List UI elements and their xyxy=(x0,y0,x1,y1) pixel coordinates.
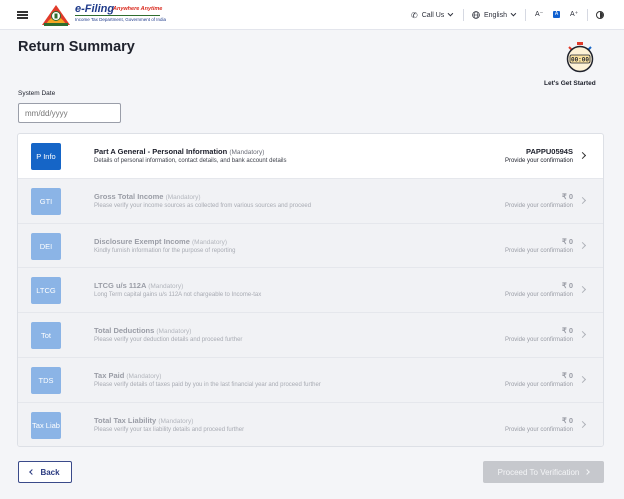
chevron-left-icon xyxy=(29,469,36,475)
timer-label: Let's Get Started xyxy=(544,80,596,87)
section-icon: DEI xyxy=(31,232,61,260)
section-value: ₹ 0 xyxy=(561,191,573,201)
globe-icon xyxy=(472,11,480,19)
phone-icon: ✆ xyxy=(411,10,418,20)
logo-tagline: Anywhere Anytime xyxy=(113,6,163,12)
header-divider xyxy=(525,9,526,21)
chevron-right-icon xyxy=(578,241,587,249)
chevron-down-icon xyxy=(510,10,517,17)
section-description: Kindly furnish information for the purpo… xyxy=(94,247,236,254)
section-description: Please verify your income sources as col… xyxy=(94,202,312,209)
chevron-right-icon xyxy=(578,420,587,428)
mandatory-tag: (Mandatory) xyxy=(229,149,265,156)
section-title: Gross Total Income (Mandatory) xyxy=(94,191,201,201)
section-value: ₹ 0 xyxy=(561,371,573,380)
system-date-label: System Date xyxy=(18,90,56,97)
section-row-gross-total-income: GTI Gross Total Income (Mandatory) Pleas… xyxy=(18,178,603,224)
section-icon: LTCG xyxy=(31,277,61,305)
top-header: e-Filing Anywhere Anytime Income Tax Dep… xyxy=(0,0,624,30)
back-button-label: Back xyxy=(40,467,60,477)
section-value: ₹ 0 xyxy=(561,326,573,336)
page-title: Return Summary xyxy=(18,39,135,55)
call-us-label: Call Us xyxy=(421,11,445,19)
chevron-right-icon xyxy=(578,151,587,160)
menu-icon[interactable] xyxy=(17,11,28,19)
section-description: Please verify details of taxes paid by y… xyxy=(94,382,321,388)
section-value: ₹ 0 xyxy=(561,281,573,291)
chevron-right-icon xyxy=(584,469,591,475)
section-status: Provide your confirmation xyxy=(504,337,573,344)
section-title: Disclosure Exempt Income (Mandatory) xyxy=(94,236,228,246)
logo-title: e-Filing xyxy=(75,3,115,15)
return-summary-list: P Info Part A General - Personal Informa… xyxy=(17,133,604,447)
chevron-right-icon xyxy=(578,286,587,294)
stopwatch-icon: 00:00 xyxy=(566,42,594,73)
section-status: Provide your confirmation xyxy=(504,292,573,299)
font-increase-button[interactable]: A⁺ xyxy=(570,10,578,18)
header-divider xyxy=(463,9,464,21)
section-description: Please verify your tax liability details… xyxy=(94,426,245,433)
contrast-icon[interactable] xyxy=(596,11,604,19)
section-icon: TDS xyxy=(31,367,61,394)
chevron-right-icon xyxy=(578,331,587,339)
section-row-tax-liability: Tax Liab Total Tax Liability (Mandatory)… xyxy=(18,402,603,446)
section-description: Please verify your deduction details and… xyxy=(94,337,243,344)
font-normal-button[interactable]: A xyxy=(553,11,560,18)
language-label: English xyxy=(484,11,507,19)
section-value: ₹ 0 xyxy=(561,236,573,246)
emblem-logo[interactable] xyxy=(40,3,72,27)
section-description: Details of personal information, contact… xyxy=(94,158,287,164)
section-row-tax-paid: TDS Tax Paid (Mandatory) Please verify d… xyxy=(18,358,603,403)
section-title: Part A General - Personal Information (M… xyxy=(94,147,265,156)
section-row-ltcg: LTCG LTCG u/s 112A (Mandatory) Long Term… xyxy=(18,268,603,314)
mandatory-tag: (Mandatory) xyxy=(191,238,228,246)
chevron-down-icon xyxy=(447,10,454,17)
section-value: PAPPU0594S xyxy=(526,147,573,156)
proceed-to-verification-button[interactable]: Proceed To Verification xyxy=(483,461,604,483)
chevron-right-icon xyxy=(578,196,587,204)
section-title: Total Deductions (Mandatory) xyxy=(94,326,192,336)
section-status: Provide your confirmation xyxy=(504,247,573,254)
section-icon: GTI xyxy=(31,187,61,215)
system-date-input[interactable] xyxy=(18,103,121,123)
mandatory-tag: (Mandatory) xyxy=(126,373,162,380)
section-icon: Tax Liab xyxy=(31,411,61,439)
font-decrease-button[interactable]: A⁻ xyxy=(535,10,543,18)
section-value: ₹ 0 xyxy=(561,415,573,425)
back-button[interactable]: Back xyxy=(18,461,72,483)
proceed-button-label: Proceed To Verification xyxy=(497,467,580,477)
section-icon: P Info xyxy=(31,143,61,170)
logo-subtitle: Income Tax Department, Government of Ind… xyxy=(75,17,166,22)
section-status: Provide your confirmation xyxy=(504,202,573,209)
section-status: Provide your confirmation xyxy=(504,158,573,164)
timer-display: 00:00 xyxy=(571,57,589,64)
logo-divider xyxy=(75,15,160,16)
section-title: Total Tax Liability (Mandatory) xyxy=(94,415,194,425)
section-description: Long Term capital gains u/s 112A not cha… xyxy=(94,292,262,299)
chevron-right-icon xyxy=(578,375,587,384)
section-title: Tax Paid (Mandatory) xyxy=(94,371,162,380)
section-row-exempt-income: DEI Disclosure Exempt Income (Mandatory)… xyxy=(18,223,603,269)
language-menu[interactable]: English xyxy=(472,0,517,30)
mandatory-tag: (Mandatory) xyxy=(148,283,184,291)
mandatory-tag: (Mandatory) xyxy=(165,193,201,201)
section-row-personal-info[interactable]: P Info Part A General - Personal Informa… xyxy=(18,134,603,179)
mandatory-tag: (Mandatory) xyxy=(158,417,194,425)
header-divider xyxy=(587,9,588,21)
section-icon: Tot xyxy=(31,322,61,350)
call-us-menu[interactable]: ✆ Call Us xyxy=(411,0,454,30)
section-row-total-deductions: Tot Total Deductions (Mandatory) Please … xyxy=(18,313,603,358)
section-title: LTCG u/s 112A (Mandatory) xyxy=(94,281,184,291)
section-status: Provide your confirmation xyxy=(504,382,573,388)
mandatory-tag: (Mandatory) xyxy=(156,328,192,336)
section-status: Provide your confirmation xyxy=(504,426,573,433)
